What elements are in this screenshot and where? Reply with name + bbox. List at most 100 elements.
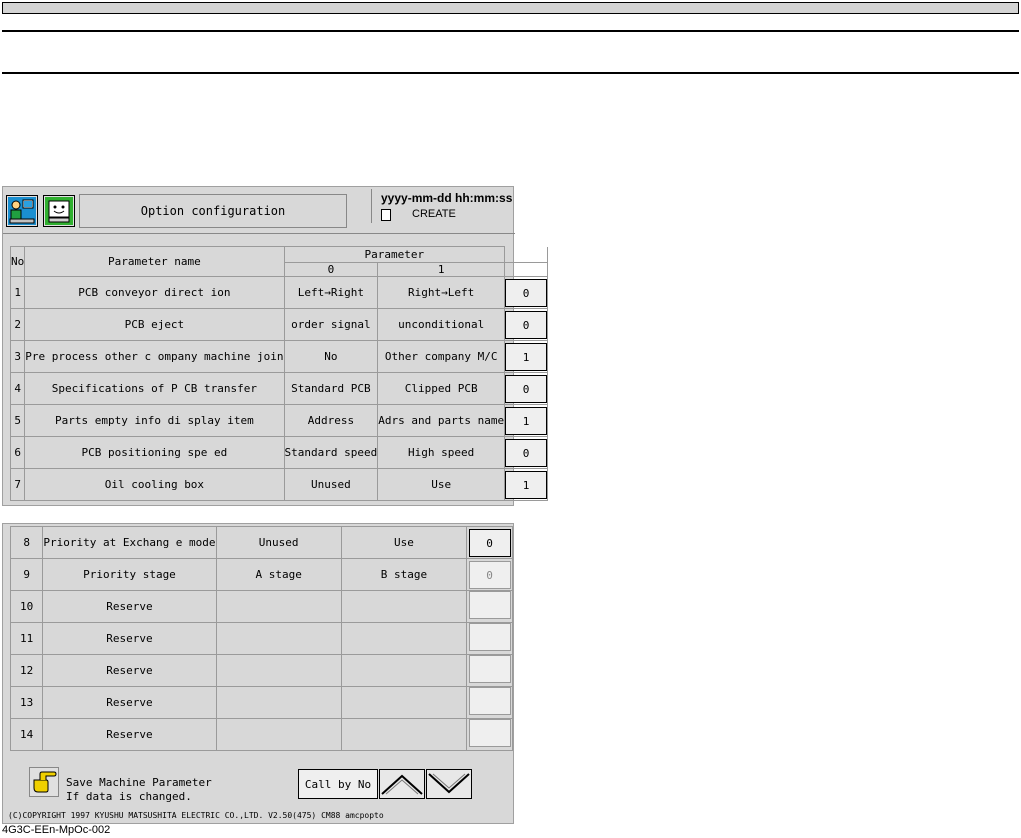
header-rule-top bbox=[2, 30, 1019, 32]
operator-icon[interactable] bbox=[6, 195, 38, 227]
row-option-0: Left→Right bbox=[283, 276, 379, 309]
table-row: 3 Pre process other c ompany machine joi… bbox=[9, 340, 549, 373]
machine-icon[interactable] bbox=[43, 195, 75, 227]
row-value-button[interactable]: 0 bbox=[505, 310, 547, 339]
row-value-button[interactable]: 0 bbox=[505, 278, 547, 307]
row-value-button[interactable]: 0 bbox=[468, 528, 511, 557]
row-value-button[interactable] bbox=[468, 655, 511, 683]
header-rule-bottom bbox=[2, 72, 1019, 74]
page-up-button[interactable] bbox=[379, 769, 425, 799]
row-no: 12 bbox=[9, 654, 44, 687]
table-row: 8 Priority at Exchang e mode Unused Use … bbox=[9, 526, 513, 559]
row-option-1 bbox=[340, 622, 468, 655]
table-row: 5 Parts empty info di splay item Address… bbox=[9, 404, 549, 437]
row-no: 3 bbox=[9, 340, 26, 373]
table-row: 14 Reserve bbox=[9, 718, 513, 751]
table-row: 6 PCB positioning spe ed Standard speed … bbox=[9, 436, 549, 469]
table-row: 7 Oil cooling box Unused Use 1 bbox=[9, 468, 549, 501]
parameter-table-bottom: 8 Priority at Exchang e mode Unused Use … bbox=[9, 526, 513, 751]
row-value-button[interactable]: 0 bbox=[505, 438, 547, 467]
col-header-parameter: Parameter bbox=[283, 246, 506, 263]
row-no: 2 bbox=[9, 308, 26, 341]
table-row: 12 Reserve bbox=[9, 654, 513, 687]
row-option-0 bbox=[215, 622, 342, 655]
row-parameter-name: Reserve bbox=[42, 590, 217, 623]
option-config-screen-bottom: 8 Priority at Exchang e mode Unused Use … bbox=[2, 523, 514, 824]
row-value-button[interactable]: 1 bbox=[505, 342, 547, 371]
copyright-bar: (C)COPYRIGHT 1997 KYUSHU MATSUSHITA ELEC… bbox=[8, 811, 384, 820]
col-header-0: 0 bbox=[283, 262, 379, 277]
row-option-0 bbox=[215, 654, 342, 687]
row-value-button[interactable] bbox=[468, 719, 511, 747]
row-option-1: High speed bbox=[377, 436, 506, 469]
row-parameter-name: Oil cooling box bbox=[24, 468, 285, 501]
row-parameter-name: PCB conveyor direct ion bbox=[24, 276, 285, 309]
row-option-0: Standard PCB bbox=[283, 372, 379, 405]
row-no: 4 bbox=[9, 372, 26, 405]
row-value-button[interactable]: 1 bbox=[505, 406, 547, 435]
row-value-button[interactable] bbox=[468, 591, 511, 619]
row-option-0: Unused bbox=[283, 468, 379, 501]
table-row: 1 PCB conveyor direct ion Left→Right Rig… bbox=[9, 276, 549, 309]
table-row: 10 Reserve bbox=[9, 590, 513, 623]
table-row: 11 Reserve bbox=[9, 622, 513, 655]
row-value-button[interactable] bbox=[468, 687, 511, 715]
row-parameter-name: Parts empty info di splay item bbox=[24, 404, 285, 437]
row-no: 9 bbox=[9, 558, 44, 591]
document-icon bbox=[381, 209, 391, 221]
table-row: 9 Priority stage A stage B stage 0 bbox=[9, 558, 513, 591]
row-option-1 bbox=[340, 654, 468, 687]
parameter-table-top: No Parameter name Parameter 0 1 1 PCB co… bbox=[9, 246, 549, 501]
page-down-icon bbox=[428, 773, 470, 794]
row-parameter-name: PCB positioning spe ed bbox=[24, 436, 285, 469]
title-divider bbox=[3, 233, 515, 234]
row-option-0: A stage bbox=[215, 558, 342, 591]
row-option-0: order signal bbox=[283, 308, 379, 341]
row-option-1: Right→Left bbox=[377, 276, 506, 309]
row-no: 14 bbox=[9, 718, 44, 751]
table-row: 13 Reserve bbox=[9, 686, 513, 719]
row-parameter-name: Priority stage bbox=[42, 558, 217, 591]
row-no: 8 bbox=[9, 526, 44, 559]
row-option-1 bbox=[340, 718, 468, 751]
row-no: 1 bbox=[9, 276, 26, 309]
col-header-name: Parameter name bbox=[24, 246, 285, 277]
table-row: 4 Specifications of P CB transfer Standa… bbox=[9, 372, 549, 405]
row-parameter-name: Reserve bbox=[42, 654, 217, 687]
row-value-button[interactable]: 1 bbox=[505, 470, 547, 499]
page-up-icon bbox=[381, 774, 423, 795]
window-title: Option configuration bbox=[79, 194, 347, 228]
row-value-button[interactable] bbox=[468, 623, 511, 651]
col-header-value bbox=[504, 262, 549, 277]
row-parameter-name: PCB eject bbox=[24, 308, 285, 341]
row-option-1: Use bbox=[340, 526, 468, 559]
row-value-button[interactable]: 0 bbox=[505, 374, 547, 403]
page-down-button[interactable] bbox=[426, 769, 472, 799]
row-option-0: Standard speed bbox=[283, 436, 379, 469]
save-parameter-note: Save Machine Parameter If data is change… bbox=[66, 776, 212, 804]
row-parameter-name: Specifications of P CB transfer bbox=[24, 372, 285, 405]
row-parameter-name: Priority at Exchang e mode bbox=[42, 526, 217, 559]
row-parameter-name: Reserve bbox=[42, 686, 217, 719]
row-option-1 bbox=[340, 686, 468, 719]
call-by-no-button[interactable]: Call by No bbox=[298, 769, 378, 799]
save-line-2: If data is changed. bbox=[66, 790, 192, 803]
row-parameter-name: Reserve bbox=[42, 718, 217, 751]
col-header-1: 1 bbox=[377, 262, 506, 277]
col-header-blank bbox=[504, 246, 549, 263]
row-no: 10 bbox=[9, 590, 44, 623]
table-row: 2 PCB eject order signal unconditional 0 bbox=[9, 308, 549, 341]
pointing-hand-icon[interactable] bbox=[29, 767, 59, 797]
row-option-1: Use bbox=[377, 468, 506, 501]
option-config-screen-top: Option configuration yyyy-mm-dd hh:mm:ss… bbox=[2, 186, 549, 506]
row-value-button[interactable]: 0 bbox=[468, 560, 511, 589]
row-option-0: Address bbox=[283, 404, 379, 437]
row-no: 13 bbox=[9, 686, 44, 719]
row-option-1: B stage bbox=[340, 558, 468, 591]
row-parameter-name: Pre process other c ompany machine join bbox=[24, 340, 285, 373]
row-option-1: Other company M/C bbox=[377, 340, 506, 373]
row-option-1: unconditional bbox=[377, 308, 506, 341]
row-option-1: Clipped PCB bbox=[377, 372, 506, 405]
mode-display: CREATE bbox=[412, 208, 456, 220]
document-header-bar bbox=[2, 2, 1019, 14]
